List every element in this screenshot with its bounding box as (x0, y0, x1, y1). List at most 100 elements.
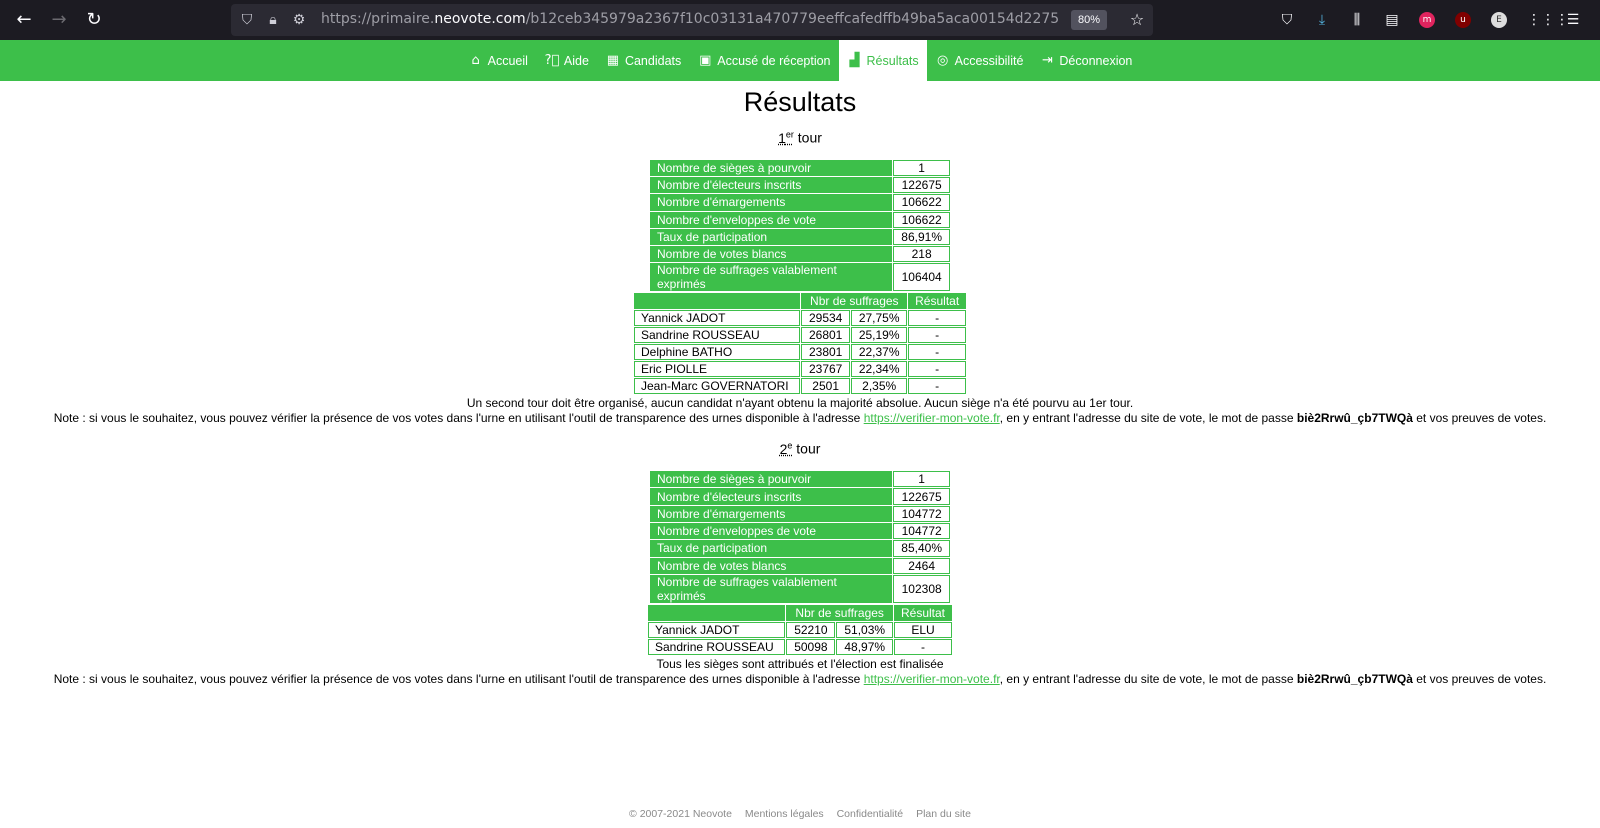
url-bar[interactable]: ⛉ 🔒︎ ⚙ https://primaire.neovote.com/b12c… (231, 4, 1153, 36)
candidate-result: - (908, 361, 966, 378)
note-text-after: et vos preuves de votes. (1412, 671, 1547, 686)
stat-label: Nombre de sièges à pourvoir (650, 159, 893, 176)
stats-row: Nombre de suffrages valablement exprimés… (650, 263, 950, 292)
note-text-middle: , en y entrant l'adresse du site de vote… (999, 411, 1297, 426)
stat-value: 106622 (893, 194, 950, 211)
candidates-icon: ▦ (606, 52, 620, 68)
header-name (634, 293, 801, 310)
extension-e-icon[interactable]: E (1491, 12, 1507, 28)
candidate-name: Yannick JADOT (634, 310, 801, 327)
stat-value: 122675 (893, 176, 950, 194)
stat-label: Nombre de votes blancs (650, 246, 893, 263)
footer-privacy-link[interactable]: Confidentialité (837, 808, 904, 820)
stats-table: Nombre de sièges à pourvoir 1 Nombre d'éle… (649, 470, 951, 604)
library-icon[interactable]: ⫼ (1347, 10, 1367, 30)
stats-row: Nombre d'enveloppes de vote 104772 (650, 522, 950, 540)
extension-m-icon[interactable]: m (1419, 12, 1435, 28)
nav-item-deconnexion[interactable]: ⇥ Déconnexion (1031, 40, 1140, 81)
nav-label: Résultats (866, 53, 919, 68)
stats-row: Nombre d'électeurs inscrits 122675 (650, 488, 950, 505)
table-row: Eric PIOLLE 23767 22,34% - (634, 361, 966, 378)
round-title: 2e tour (0, 440, 1600, 457)
site-navigation: ⌂ Accueil ?⃝ Aide ▦ Candidats ▣ Accusé de ré… (0, 40, 1600, 81)
header-votes: Nbr de suffrages (786, 604, 893, 621)
candidate-name: Eric PIOLLE (634, 361, 801, 378)
header-name (648, 604, 786, 621)
table-row: Delphine BATHO 23801 22,37% - (634, 344, 966, 361)
candidate-votes: 26801 (801, 327, 851, 344)
stat-label: Nombre d'électeurs inscrits (650, 176, 893, 194)
chart-icon: ▟ (849, 52, 860, 68)
back-icon[interactable]: ← (12, 8, 36, 32)
permissions-icon[interactable]: ⚙ (289, 10, 309, 30)
stat-label: Nombre de suffrages valablement exprimés (650, 574, 893, 603)
note-text-before: Note : si vous le souhaitez, vous pouvez… (53, 671, 864, 686)
table-row: Yannick JADOT 29534 27,75% - (634, 310, 966, 327)
candidate-result: - (908, 344, 966, 361)
ublock-icon[interactable]: u (1455, 12, 1471, 28)
round-number: 1 (778, 129, 786, 146)
apps-grid-icon[interactable]: ⋮⋮⋮ (1527, 10, 1569, 30)
stats-row: Taux de participation 86,91% (650, 228, 950, 246)
url-text[interactable]: https://primaire.neovote.com/b12ceb34597… (321, 11, 1059, 29)
candidate-percent: 48,97% (836, 638, 893, 655)
note-text-middle: , en y entrant l'adresse du site de vote… (999, 671, 1297, 686)
candidate-name: Jean-Marc GOVERNATORI (634, 378, 801, 395)
candidate-result: - (908, 327, 966, 344)
footer-legal-link[interactable]: Mentions légales (745, 808, 824, 820)
round-suffix: er (785, 129, 794, 139)
stats-table: Nombre de sièges à pourvoir 1 Nombre d'éle… (649, 159, 951, 293)
zoom-badge[interactable]: 80% (1071, 10, 1107, 30)
round-title: 1er tour (0, 129, 1600, 146)
candidate-percent: 22,34% (851, 361, 908, 378)
nav-item-aide[interactable]: ?⃝ Aide (536, 40, 597, 81)
footer-copyright: © 2007-2021 Neovote (629, 808, 732, 820)
sidebar-icon[interactable]: ▤ (1382, 10, 1402, 30)
verification-link[interactable]: https://verifier-mon-vote.fr (864, 672, 1000, 686)
stat-value: 2464 (893, 557, 950, 574)
nav-item-accuse-reception[interactable]: ▣ Accusé de réception (689, 40, 838, 81)
stat-label: Nombre d'émargements (650, 505, 893, 522)
stat-label: Taux de participation (650, 228, 893, 246)
download-icon[interactable]: ⤓ (1312, 10, 1332, 30)
round-suffix: e (787, 440, 793, 451)
stat-label: Nombre de votes blancs (650, 557, 893, 574)
url-prefix: https://primaire. (321, 11, 435, 27)
candidate-percent: 22,37% (851, 344, 908, 361)
main-content: Résultats 1er tour Nombre de sièges à po… (0, 86, 1600, 687)
candidate-result: - (894, 638, 952, 655)
round-2-section: 2e tour Nombre de sièges à pourvoir 1 Nomb… (0, 440, 1600, 686)
nav-label: Déconnexion (1059, 53, 1133, 68)
round-1-section: 1er tour Nombre de sièges à pourvoir 1 Nom… (0, 129, 1600, 426)
stat-value: 104772 (893, 505, 950, 522)
footer-sitemap-link[interactable]: Plan du site (916, 808, 971, 820)
stat-label: Nombre d'électeurs inscrits (650, 488, 893, 505)
forward-icon[interactable]: → (47, 8, 71, 32)
bookmark-star-icon[interactable]: ☆ (1127, 10, 1147, 30)
round-info: Tous les sièges sont attribués et l'élec… (656, 656, 944, 671)
candidate-votes: 50098 (786, 638, 836, 655)
round-word: tour (796, 441, 821, 458)
menu-icon[interactable]: ☰ (1563, 10, 1583, 30)
nav-label: Aide (563, 53, 589, 68)
verification-note: Note : si vous le souhaitez, vous pouvez… (0, 672, 1600, 687)
footer: © 2007-2021 Neovote Mentions légales Con… (0, 808, 1600, 820)
verification-link[interactable]: https://verifier-mon-vote.fr (864, 411, 1000, 425)
stats-row: Nombre de votes blancs 218 (650, 246, 950, 263)
stat-label: Nombre de suffrages valablement exprimés (650, 263, 893, 292)
stats-row: Taux de participation 85,40% (650, 540, 950, 557)
nav-item-accueil[interactable]: ⌂ Accueil (460, 40, 536, 81)
nav-label: Accusé de réception (717, 53, 831, 68)
reload-icon[interactable]: ↻ (82, 8, 106, 32)
nav-item-candidats[interactable]: ▦ Candidats (597, 40, 689, 81)
stats-row: Nombre d'électeurs inscrits 122675 (650, 176, 950, 194)
round-word: tour (797, 129, 822, 146)
shield-icon[interactable]: ⛉ (237, 10, 257, 30)
lock-icon[interactable]: 🔒︎ (263, 10, 283, 30)
candidate-percent: 51,03% (836, 621, 893, 638)
stat-label: Nombre d'émargements (650, 194, 893, 211)
pocket-icon[interactable]: ⛉ (1277, 10, 1297, 30)
nav-item-resultats[interactable]: ▟ Résultats (838, 40, 927, 81)
table-row: Sandrine ROUSSEAU 50098 48,97% - (648, 638, 952, 655)
nav-item-accessibilite[interactable]: ◎ Accessibilité (927, 40, 1032, 81)
